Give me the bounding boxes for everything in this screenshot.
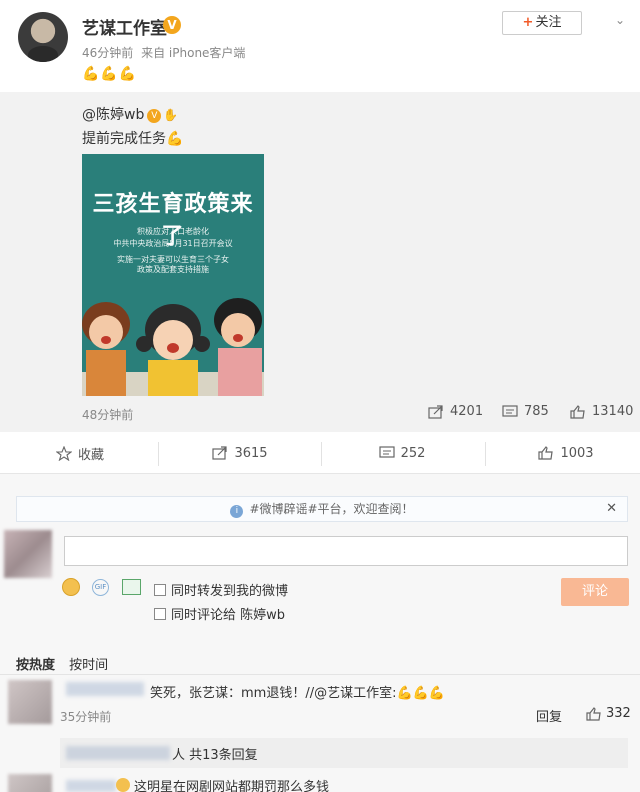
thumbs-up-icon (538, 446, 554, 460)
post-source[interactable]: 来自 iPhone客户端 (141, 46, 245, 60)
verified-icon: V (147, 109, 162, 123)
repost-like-count[interactable]: 13140 (570, 404, 633, 419)
comment-to-checkbox[interactable]: 同时评论给 陈婷wb (154, 604, 285, 623)
like-button[interactable]: 1003 (486, 432, 640, 474)
comment-button[interactable]: 252 (322, 432, 482, 474)
follow-label: 关注 (535, 15, 562, 30)
thumbs-up-icon (586, 706, 601, 721)
tab-sort-hot[interactable]: 按热度 (16, 658, 55, 673)
comment-text: 这明星在网剧网站都期罚那么多钱 (134, 780, 330, 792)
replies-count-text: 人 共13条回复 (172, 748, 258, 763)
repost-image[interactable]: 三孩生育政策来了 积极应对人口老龄化 中共中央政治局5月31日召开会议 实施一对… (82, 154, 264, 396)
chevron-down-icon[interactable]: ⌄ (612, 12, 628, 28)
like-count: 1003 (560, 445, 594, 461)
repost-box: @陈婷wb V ✋ 提前完成任务💪 三孩生育政策来了 积极应对人口老龄化 中共中央政… (0, 92, 640, 432)
checkbox[interactable] (154, 607, 166, 620)
share-icon (428, 404, 443, 419)
my-avatar (4, 530, 52, 578)
close-icon[interactable]: ✕ (606, 497, 617, 521)
repost-text: 提前完成任务💪 (82, 128, 183, 148)
post-time[interactable]: 46分钟前 (82, 46, 133, 60)
repost-emoji: 💪 (166, 131, 184, 147)
checkbox[interactable] (154, 583, 166, 596)
poster-line: 政策及配套支持措施 (137, 265, 209, 274)
reply-button[interactable]: 回复 (536, 706, 562, 725)
divider (0, 674, 640, 675)
divider (158, 442, 159, 466)
commenter-avatar[interactable] (8, 680, 52, 724)
share-button[interactable]: 3615 (160, 432, 320, 474)
favorite-button[interactable]: 收藏 (0, 432, 160, 474)
post-meta: 46分钟前 来自 iPhone客户端 (82, 44, 245, 61)
comment-emoji: 💪💪💪 (396, 686, 446, 701)
comment-like-button[interactable]: 332 (586, 706, 631, 721)
post-emoji: 💪💪💪 (82, 66, 138, 82)
follow-button[interactable]: + 关注 (502, 11, 582, 35)
poster-line: 中共中央政治局5月31日召开会议 (113, 239, 233, 248)
comment-body: 笑死，张艺谋：mm退钱！//@艺谋工作室: (150, 686, 397, 701)
action-bar: 收藏 3615 252 1003 (0, 432, 640, 474)
share-count: 4201 (450, 404, 484, 419)
hand-emoji-icon: ✋ (163, 108, 179, 122)
gif-icon[interactable]: GIF (92, 579, 109, 596)
commenter-avatar[interactable] (8, 774, 52, 792)
author-name[interactable]: 艺谋工作室 (82, 14, 167, 39)
repost-time[interactable]: 48分钟前 (82, 406, 133, 423)
like-count: 13140 (592, 404, 634, 419)
emoji-icon (116, 778, 130, 792)
repost-text-body: 提前完成任务 (82, 131, 166, 147)
share-icon (212, 446, 228, 460)
repost-checkbox[interactable]: 同时转发到我的微博 (154, 580, 288, 599)
repost-user-line: @陈婷wb V ✋ (82, 104, 178, 124)
repost-checkbox-label: 同时转发到我的微博 (171, 584, 289, 599)
comment-count: 252 (400, 445, 426, 461)
replier-names-blurred (66, 746, 170, 760)
comment-area: i #微博辟谣#平台，欢迎查阅！ ✕ GIF 同时转发到我的微博 同时评论给 陈婷… (0, 474, 640, 792)
emoji-icon[interactable] (62, 578, 80, 596)
post-header: 艺谋工作室 V 46分钟前 来自 iPhone客户端 💪💪💪 + 关注 ⌄ (0, 0, 640, 92)
comment-time: 35分钟前 (60, 710, 112, 724)
tab-sort-time[interactable]: 按时间 (69, 658, 108, 673)
comment-like-count: 332 (606, 706, 631, 721)
thumbs-up-icon (570, 404, 585, 419)
author-avatar[interactable] (18, 12, 68, 62)
info-icon: i (230, 505, 244, 518)
share-count: 3615 (234, 445, 268, 461)
comment-input[interactable] (64, 536, 628, 566)
image-icon[interactable] (122, 579, 141, 595)
notice-text[interactable]: #微博辟谣#平台，欢迎查阅！ (249, 502, 413, 516)
star-icon (55, 445, 72, 461)
poster-line: 积极应对人口老龄化 (137, 227, 209, 236)
repost-user-link[interactable]: @陈婷wb (82, 107, 144, 123)
comment-icon (502, 404, 518, 417)
commenter-name-blurred (66, 780, 116, 792)
plus-icon: + (522, 15, 534, 30)
notice-bar: i #微博辟谣#平台，欢迎查阅！ ✕ (16, 496, 628, 522)
sort-tabs: 按热度 按时间 (16, 654, 118, 673)
comment-count: 785 (524, 404, 549, 419)
repost-comment-count[interactable]: 785 (502, 404, 549, 419)
favorite-label: 收藏 (77, 447, 104, 463)
comment-icon (378, 446, 395, 458)
comment-text: 笑死，张艺谋：mm退钱！//@艺谋工作室:💪💪💪 (150, 682, 445, 701)
repost-share-count[interactable]: 4201 (428, 404, 483, 419)
commenter-name-blurred (66, 682, 144, 696)
verified-icon: V (163, 16, 181, 34)
submit-comment-button[interactable]: 评论 (561, 578, 629, 606)
replies-summary[interactable]: 人 共13条回复 (60, 738, 628, 768)
children-illustration (82, 298, 264, 396)
comment-to-checkbox-label: 同时评论给 陈婷wb (171, 608, 286, 623)
